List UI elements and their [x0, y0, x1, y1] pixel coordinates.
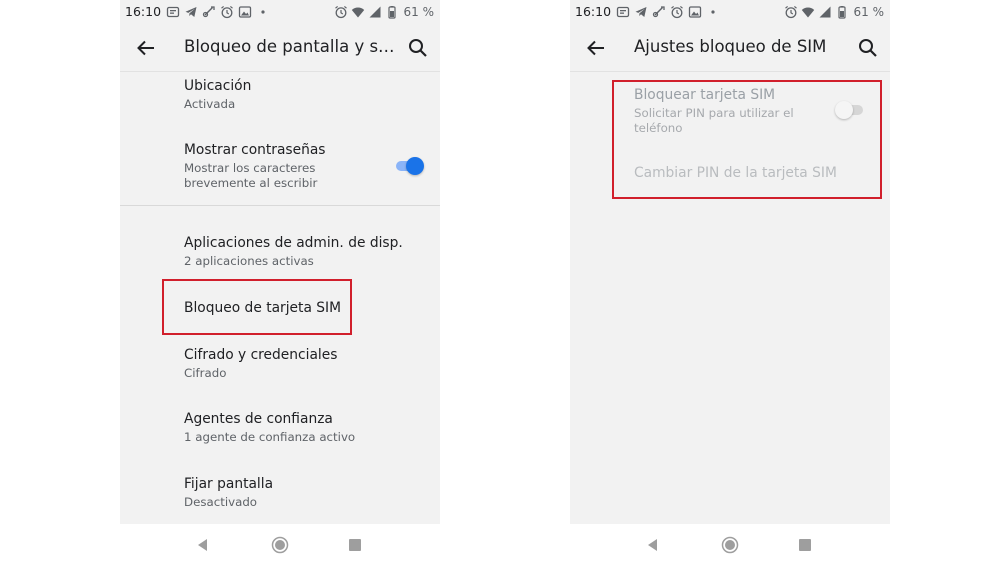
status-time: 16:10	[125, 4, 162, 19]
home-circle-icon	[271, 536, 289, 554]
search-button[interactable]	[856, 36, 880, 60]
setting-subtitle: 2 aplicaciones activas	[184, 254, 314, 268]
signal-icon	[818, 5, 832, 19]
section-divider	[120, 205, 440, 206]
back-arrow-icon	[137, 40, 154, 56]
setting-subtitle: Cifrado	[184, 366, 227, 380]
setting-title: Aplicaciones de admin. de disp.	[184, 235, 403, 251]
notification-icons	[616, 4, 720, 20]
setting-screen-pinning[interactable]: Fijar pantalla Desactivado	[184, 476, 424, 510]
setting-title: Fijar pantalla	[184, 476, 274, 492]
setting-title: Ubicación	[184, 78, 252, 94]
search-icon	[859, 39, 877, 57]
battery-icon	[385, 5, 399, 19]
google-news-icon	[616, 5, 630, 19]
setting-location[interactable]: Ubicación Activada	[184, 78, 424, 112]
status-bar: 16:10 61 %	[570, 0, 890, 24]
nav-back-button[interactable]	[644, 536, 662, 554]
back-triangle-icon	[648, 539, 657, 551]
setting-subtitle: Mostrar los caracteres brevemente al esc…	[184, 161, 318, 190]
search-icon	[409, 39, 427, 57]
back-button[interactable]	[134, 36, 158, 60]
wifi-icon	[801, 5, 815, 19]
setting-device-admin-apps[interactable]: Aplicaciones de admin. de disp. 2 aplica…	[184, 235, 424, 269]
nav-home-button[interactable]	[721, 536, 739, 554]
system-icons: 61 %	[784, 4, 885, 20]
app-bar: Bloqueo de pantalla y se…	[120, 24, 440, 72]
setting-encryption-credentials[interactable]: Cifrado y credenciales Cifrado	[184, 347, 424, 381]
notification-icons	[166, 4, 270, 20]
gallery-icon	[238, 5, 252, 19]
battery-percentage: 61 %	[853, 5, 885, 19]
setting-trust-agents[interactable]: Agentes de confianza 1 agente de confian…	[184, 411, 424, 445]
alarm-icon	[334, 5, 348, 19]
search-button[interactable]	[406, 36, 430, 60]
telegram-icon	[184, 5, 198, 19]
telegram-icon	[634, 5, 648, 19]
dot-icon	[256, 5, 270, 19]
setting-subtitle: 1 agente de confianza activo	[184, 430, 356, 444]
dot-icon	[706, 5, 720, 19]
system-icons: 61 %	[334, 4, 435, 20]
status-time: 16:10	[575, 4, 612, 19]
app-bar: Ajustes bloqueo de SIM	[570, 24, 890, 72]
nav-home-button[interactable]	[271, 536, 289, 554]
page-title: Ajustes bloqueo de SIM	[634, 37, 827, 56]
setting-subtitle: Desactivado	[184, 495, 258, 509]
link-icon	[202, 5, 216, 19]
back-arrow-icon	[587, 40, 604, 56]
recents-square-icon	[349, 539, 361, 551]
signal-icon	[368, 5, 382, 19]
setting-subtitle: Activada	[184, 97, 236, 111]
setting-title: Agentes de confianza	[184, 411, 333, 427]
link-icon	[652, 5, 666, 19]
nav-back-button[interactable]	[194, 536, 212, 554]
gallery-icon	[688, 5, 702, 19]
navigation-bar	[570, 524, 890, 567]
nav-recents-button[interactable]	[346, 536, 364, 554]
battery-icon	[835, 5, 849, 19]
alarm-icon	[784, 5, 798, 19]
alarm-icon	[670, 5, 684, 19]
recents-square-icon	[799, 539, 811, 551]
highlight-box-sim-settings	[612, 80, 882, 199]
back-triangle-icon	[198, 539, 207, 551]
status-bar: 16:10 61 %	[120, 0, 440, 24]
setting-show-passwords[interactable]: Mostrar contraseñas Mostrar los caracter…	[184, 142, 374, 191]
nav-recents-button[interactable]	[796, 536, 814, 554]
page-title: Bloqueo de pantalla y se…	[184, 37, 399, 56]
back-button[interactable]	[584, 36, 608, 60]
setting-title: Cifrado y credenciales	[184, 347, 338, 363]
home-circle-icon	[721, 536, 739, 554]
navigation-bar	[120, 524, 440, 567]
wifi-icon	[351, 5, 365, 19]
google-news-icon	[166, 5, 180, 19]
alarm-icon	[220, 5, 234, 19]
battery-percentage: 61 %	[403, 5, 435, 19]
highlight-box-sim-lock	[162, 279, 352, 335]
show-passwords-toggle[interactable]	[394, 156, 424, 176]
setting-title: Mostrar contraseñas	[184, 142, 326, 158]
